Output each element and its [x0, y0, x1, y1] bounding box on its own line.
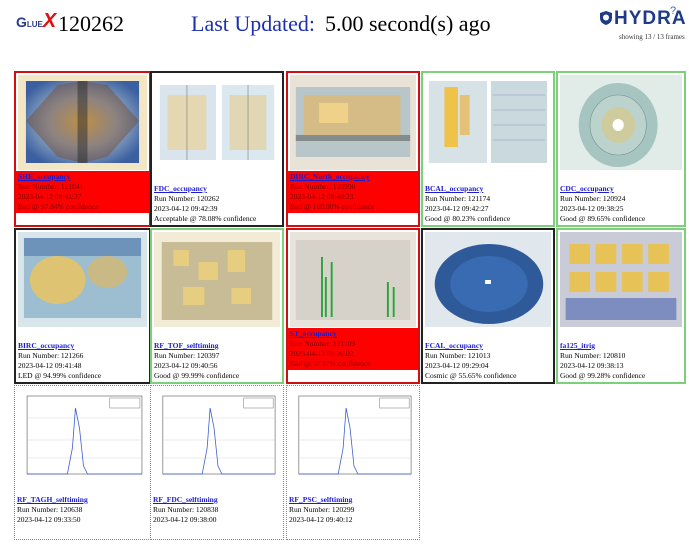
timestamp-text: 2023-04-12 09:41:48: [18, 361, 82, 370]
run-number-text: Run Number: 120262: [154, 194, 220, 203]
plot-card[interactable]: RF_TAGH_selftiming Run Number: 120638 2023…: [14, 385, 151, 540]
run-number-text: Run Number: 121109: [290, 339, 356, 348]
plot-title-link[interactable]: BIRC_occupancy: [18, 341, 147, 351]
plot-thumbnail[interactable]: [153, 388, 281, 483]
plot-info: RF_TOF_selftiming Run Number: 120397 2023-…: [152, 340, 282, 382]
plot-info: ST_occupancy Run Number: 121109 2023-04-12…: [288, 328, 418, 370]
verdict-text: Good @ 99.99% confidence: [154, 371, 240, 380]
plot-thumbnail[interactable]: [560, 75, 682, 170]
run-number-text: Run Number: 121266: [18, 351, 84, 360]
plot-card[interactable]: CDC_occupancy Run Number: 120924 2023-04-1…: [556, 71, 686, 227]
plot-thumbnail[interactable]: [425, 75, 551, 170]
run-number-text: Run Number: 120397: [154, 351, 220, 360]
verdict-text: Bad @ 100.00% confidence: [290, 202, 375, 211]
help-icon[interactable]: ?: [670, 5, 676, 17]
plot-title-link[interactable]: RF_PSC_selftiming: [289, 495, 417, 505]
run-number-text: Run Number: 121174: [425, 194, 491, 203]
plot-title-link[interactable]: RF_TOF_selftiming: [154, 341, 280, 351]
timestamp-text: 2023-04-12 09:38:00: [153, 515, 217, 524]
run-number-text: Run Number: 121041: [18, 182, 84, 191]
run-number-text: Run Number: 121013: [425, 351, 491, 360]
verdict-text: Good @ 80.23% confidence: [425, 214, 511, 223]
plot-info: DIRC_North_occupancy Run Number: 120990 20…: [288, 171, 418, 213]
plot-card[interactable]: FCAL_occupancy Run Number: 121013 2023-04-…: [421, 228, 555, 384]
verdict-text: Acceptable @ 78.08% confidence: [154, 214, 257, 223]
plot-info: RF_FDC_selftiming Run Number: 120838 2023-…: [151, 494, 283, 526]
plot-title-link[interactable]: SHE_occupancy: [18, 172, 147, 182]
verdict-text: Good @ 89.65% confidence: [560, 214, 646, 223]
plot-info: FCAL_occupancy Run Number: 121013 2023-04-…: [423, 340, 553, 382]
plot-card[interactable]: BCAL_occupancy Run Number: 121174 2023-04-…: [421, 71, 555, 227]
timestamp-text: 2023-04-12 09:38:13: [560, 361, 624, 370]
plot-title-link[interactable]: DIRC_North_occupancy: [290, 172, 416, 182]
plot-info: RF_TAGH_selftiming Run Number: 120638 2023…: [15, 494, 150, 526]
timestamp-text: 2023-04-12 09:29:04: [425, 361, 489, 370]
plot-title-link[interactable]: FDC_occupancy: [154, 184, 280, 194]
plot-card[interactable]: BIRC_occupancy Run Number: 121266 2023-04-…: [14, 228, 151, 384]
plot-info: RF_PSC_selftiming Run Number: 120299 2023-…: [287, 494, 419, 526]
header: GLUEX 120262 Last Updated: 5.00 second(s…: [0, 0, 689, 50]
timestamp-text: 2023-04-12 09:38:25: [560, 204, 624, 213]
plot-card[interactable]: RF_FDC_selftiming Run Number: 120838 2023-…: [150, 385, 284, 540]
plot-title-link[interactable]: CDC_occupancy: [560, 184, 682, 194]
plot-title-link[interactable]: FCAL_occupancy: [425, 341, 551, 351]
plot-thumbnail[interactable]: [560, 232, 682, 327]
timestamp-text: 2023-04-12 09:41:37: [18, 192, 82, 201]
last-updated-value: 5.00 second(s) ago: [325, 11, 491, 36]
verdict-text: Bad @ 97.57% confidence: [290, 359, 371, 368]
verdict-text: Good @ 99.28% confidence: [560, 371, 646, 380]
plot-title-link[interactable]: RF_TAGH_selftiming: [17, 495, 148, 505]
frame-count: showing 13 / 13 frames: [619, 33, 685, 41]
timestamp-text: 2023-04-12 09:40:56: [154, 361, 218, 370]
plot-title-link[interactable]: ST_occupancy: [290, 329, 416, 339]
plot-thumbnail[interactable]: [18, 232, 147, 327]
run-number-text: Run Number: 120990: [290, 182, 356, 191]
run-number: 120262: [58, 11, 124, 36]
plot-card[interactable]: DIRC_North_occupancy Run Number: 120990 20…: [286, 71, 420, 227]
timestamp-text: 2023-04-12 09:40:23: [290, 192, 354, 201]
plot-thumbnail[interactable]: [290, 232, 416, 327]
plot-info: BCAL_occupancy Run Number: 121174 2023-04-…: [423, 183, 553, 225]
plot-thumbnail[interactable]: [425, 232, 551, 327]
run-number-text: Run Number: 120924: [560, 194, 626, 203]
verdict-text: LED @ 94.99% confidence: [18, 371, 102, 380]
plot-card[interactable]: RF_TOF_selftiming Run Number: 120397 2023-…: [150, 228, 284, 384]
run-number-text: Run Number: 120810: [560, 351, 626, 360]
plot-thumbnail[interactable]: [18, 75, 147, 170]
plot-info: fa125_itrig Run Number: 120810 2023-04-12 …: [558, 340, 684, 382]
plot-card[interactable]: ST_occupancy Run Number: 121109 2023-04-12…: [286, 228, 420, 384]
plot-thumbnail[interactable]: [17, 388, 148, 483]
timestamp-text: 2023-04-12 09:33:50: [17, 515, 81, 524]
plot-card[interactable]: RF_PSC_selftiming Run Number: 120299 2023-…: [286, 385, 420, 540]
timestamp-text: 2023-04-12 09:42:27: [425, 204, 489, 213]
plot-info: SHE_occupancy Run Number: 121041 2023-04-1…: [16, 171, 149, 213]
plot-thumbnail[interactable]: [154, 232, 280, 327]
verdict-text: Bad @ 97.84% confidence: [18, 202, 99, 211]
plot-thumbnail[interactable]: [154, 75, 280, 170]
plot-card[interactable]: SHE_occupancy Run Number: 121041 2023-04-1…: [14, 71, 151, 227]
plot-info: BIRC_occupancy Run Number: 121266 2023-04-…: [16, 340, 149, 382]
gluex-logo[interactable]: GLUEX: [16, 10, 56, 33]
timestamp-text: 2023-04-12 09:42:39: [154, 204, 218, 213]
last-updated-label: Last Updated:: [191, 11, 316, 36]
timestamp-text: 2023-04-12 09:40:12: [289, 515, 353, 524]
run-number-text: Run Number: 120638: [17, 505, 83, 514]
plot-title-link[interactable]: RF_FDC_selftiming: [153, 495, 281, 505]
plot-info: CDC_occupancy Run Number: 120924 2023-04-1…: [558, 183, 684, 225]
plot-card[interactable]: FDC_occupancy Run Number: 120262 2023-04-1…: [150, 71, 284, 227]
hydra-shield-icon: [600, 11, 612, 25]
plot-card[interactable]: fa125_itrig Run Number: 120810 2023-04-12 …: [556, 228, 686, 384]
plot-info: FDC_occupancy Run Number: 120262 2023-04-1…: [152, 183, 282, 225]
plot-thumbnail[interactable]: [289, 388, 417, 483]
plot-title-link[interactable]: fa125_itrig: [560, 341, 682, 351]
run-number-text: Run Number: 120838: [153, 505, 219, 514]
verdict-text: Cosmic @ 55.65% confidence: [425, 371, 517, 380]
run-number-text: Run Number: 120299: [289, 505, 355, 514]
plot-title-link[interactable]: BCAL_occupancy: [425, 184, 551, 194]
timestamp-text: 2023-04-12 09:26:02: [290, 349, 354, 358]
plot-thumbnail[interactable]: [290, 75, 416, 170]
